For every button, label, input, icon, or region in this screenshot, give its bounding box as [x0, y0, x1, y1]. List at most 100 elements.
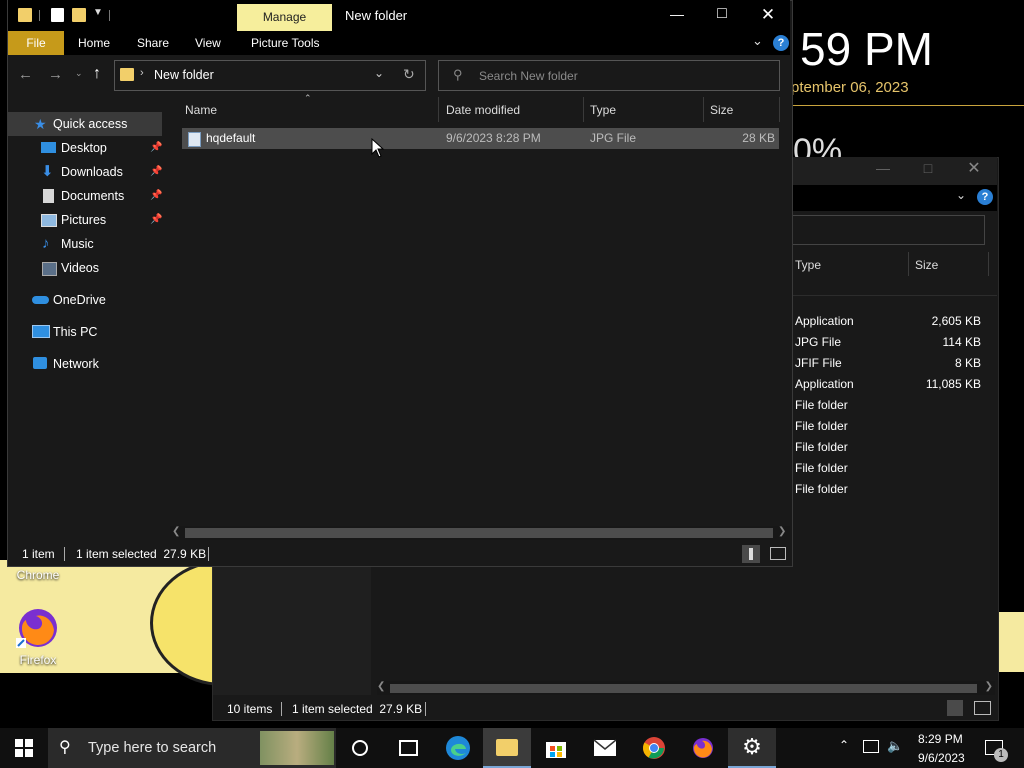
nav-item-onedrive[interactable]: OneDrive [8, 288, 162, 312]
bg-list-item[interactable]: JFIF File 8 KB [795, 353, 985, 374]
taskbar-time[interactable]: 8:29 PM [918, 732, 963, 746]
column-separator [583, 97, 584, 122]
cloud-icon [32, 296, 49, 304]
bg-scrollbar-thumb[interactable] [390, 684, 977, 693]
pin-icon[interactable]: 📌 [150, 136, 162, 160]
nav-item-documents[interactable]: Documents 📌 [8, 184, 162, 208]
bg-list-item[interactable]: Application 2,605 KB [795, 311, 985, 332]
nav-item-quick-access[interactable]: ★ Quick access [8, 112, 162, 136]
volume-muted-icon[interactable]: 🔈 [887, 738, 903, 754]
wallpaper-yellow-right [997, 612, 1024, 672]
up-button[interactable]: ↑ [93, 65, 101, 83]
action-center-button[interactable]: 1 [980, 728, 1024, 768]
bg-list-item[interactable]: File folder [795, 479, 985, 500]
desktop-icon-firefox-label[interactable]: Firefox [8, 653, 68, 667]
bg-maximize-button[interactable]: □ [915, 160, 941, 176]
nav-item-downloads[interactable]: ⬇ Downloads 📌 [8, 160, 162, 184]
pin-icon[interactable]: 📌 [150, 208, 162, 232]
tab-file[interactable]: File [8, 31, 64, 55]
bg-list-item[interactable]: File folder [795, 437, 985, 458]
nav-item-label: Network [53, 357, 99, 371]
cortana-button[interactable] [336, 728, 384, 768]
details-view-icon[interactable] [742, 545, 760, 563]
bg-scroll-right-icon[interactable]: ❯ [985, 681, 993, 692]
table-row[interactable]: hqdefault 9/6/2023 8:28 PM JPG File 28 K… [182, 128, 779, 149]
recent-locations-button[interactable]: ⌄ [75, 68, 83, 79]
file-name[interactable]: hqdefault [206, 131, 255, 145]
nav-item-this-pc[interactable]: This PC [8, 320, 162, 344]
taskbar-search-box[interactable]: ⚲ Type here to search [48, 728, 336, 768]
column-type[interactable]: Type [590, 103, 616, 117]
scroll-left-icon[interactable]: ❮ [172, 526, 180, 537]
bg-ribbon-bar [792, 185, 997, 211]
taskbar-mail[interactable] [581, 728, 629, 768]
column-name[interactable]: Name [185, 103, 217, 117]
breadcrumb-current[interactable]: New folder [154, 68, 214, 82]
task-view-button[interactable] [384, 728, 432, 768]
nav-item-network[interactable]: Network [8, 352, 162, 376]
scroll-right-icon[interactable]: ❯ [778, 526, 786, 537]
bg-horizontal-scrollbar[interactable]: ❮ ❯ [377, 681, 995, 695]
bg-details-view-icon[interactable] [947, 700, 963, 716]
bg-large-icons-view-icon[interactable] [974, 701, 991, 715]
bg-list-item[interactable]: File folder [795, 458, 985, 479]
taskbar-file-explorer[interactable] [483, 728, 531, 768]
start-button[interactable] [0, 728, 48, 768]
horizontal-scrollbar[interactable]: ❮ ❯ [170, 526, 790, 540]
forward-button[interactable]: → [48, 66, 63, 83]
tab-view[interactable]: View [195, 36, 221, 50]
tab-picture-tools[interactable]: Picture Tools [251, 36, 319, 50]
bg-list-item[interactable]: Application 11,085 KB [795, 374, 985, 395]
bg-column-size[interactable]: Size [915, 258, 938, 272]
taskbar-settings[interactable]: ⚙ [728, 728, 776, 768]
new-folder-icon[interactable] [72, 8, 86, 22]
search-icon: ⚲ [453, 67, 463, 82]
search-input[interactable] [477, 66, 771, 86]
show-hidden-icons-chevron[interactable]: ⌃ [839, 738, 849, 752]
bg-search-box[interactable] [792, 215, 985, 245]
refresh-icon[interactable]: ↻ [403, 66, 415, 83]
desktop-icon-firefox[interactable] [14, 606, 62, 654]
bg-scroll-left-icon[interactable]: ❮ [377, 681, 385, 692]
taskbar-firefox[interactable] [679, 728, 727, 768]
taskbar-edge[interactable] [434, 728, 482, 768]
nav-item-videos[interactable]: Videos [8, 256, 162, 280]
minimize-button[interactable]: — [664, 6, 690, 22]
network-status-icon[interactable] [863, 740, 879, 753]
bg-column-type[interactable]: Type [795, 258, 821, 272]
search-box[interactable]: ⚲ [438, 60, 780, 91]
bg-list-item[interactable]: File folder [795, 395, 985, 416]
desktop-icon-chrome-label[interactable]: Chrome [8, 568, 68, 582]
tab-share[interactable]: Share [137, 36, 169, 50]
bg-close-button[interactable]: ✕ [961, 158, 987, 178]
bg-help-icon[interactable]: ? [977, 189, 993, 205]
back-button[interactable]: ← [18, 66, 33, 83]
bg-minimize-button[interactable]: — [870, 160, 896, 176]
column-date-modified[interactable]: Date modified [446, 103, 520, 117]
bg-list-item[interactable]: File folder [795, 416, 985, 437]
bg-list-item[interactable]: JPG File 114 KB [795, 332, 985, 353]
taskbar-store[interactable] [532, 728, 580, 768]
close-button[interactable]: ✕ [755, 5, 781, 25]
properties-icon[interactable] [51, 8, 64, 22]
scrollbar-thumb[interactable] [185, 528, 773, 538]
tab-home[interactable]: Home [78, 36, 110, 50]
expand-ribbon-icon[interactable]: ⌄ [752, 33, 763, 49]
help-icon[interactable]: ? [773, 35, 789, 51]
bg-chevron-icon[interactable]: ⌄ [956, 188, 966, 202]
breadcrumb-chevron-icon[interactable]: › [140, 67, 144, 79]
nav-item-desktop[interactable]: Desktop 📌 [8, 136, 162, 160]
taskbar-date[interactable]: 9/6/2023 [918, 751, 965, 765]
pin-icon[interactable]: 📌 [150, 160, 162, 184]
customize-qat-icon[interactable]: ▼ [93, 7, 103, 18]
nav-item-pictures[interactable]: Pictures 📌 [8, 208, 162, 232]
context-tab-manage[interactable]: Manage [237, 4, 332, 31]
nav-item-music[interactable]: ♪ Music [8, 232, 162, 256]
pin-icon[interactable]: 📌 [150, 184, 162, 208]
address-bar[interactable]: › New folder ⌄ ↻ [114, 60, 426, 91]
maximize-button[interactable]: □ [709, 5, 735, 23]
column-size[interactable]: Size [710, 103, 733, 117]
large-icons-view-icon[interactable] [770, 547, 786, 560]
address-dropdown-icon[interactable]: ⌄ [374, 66, 384, 80]
taskbar-chrome[interactable] [630, 728, 678, 768]
